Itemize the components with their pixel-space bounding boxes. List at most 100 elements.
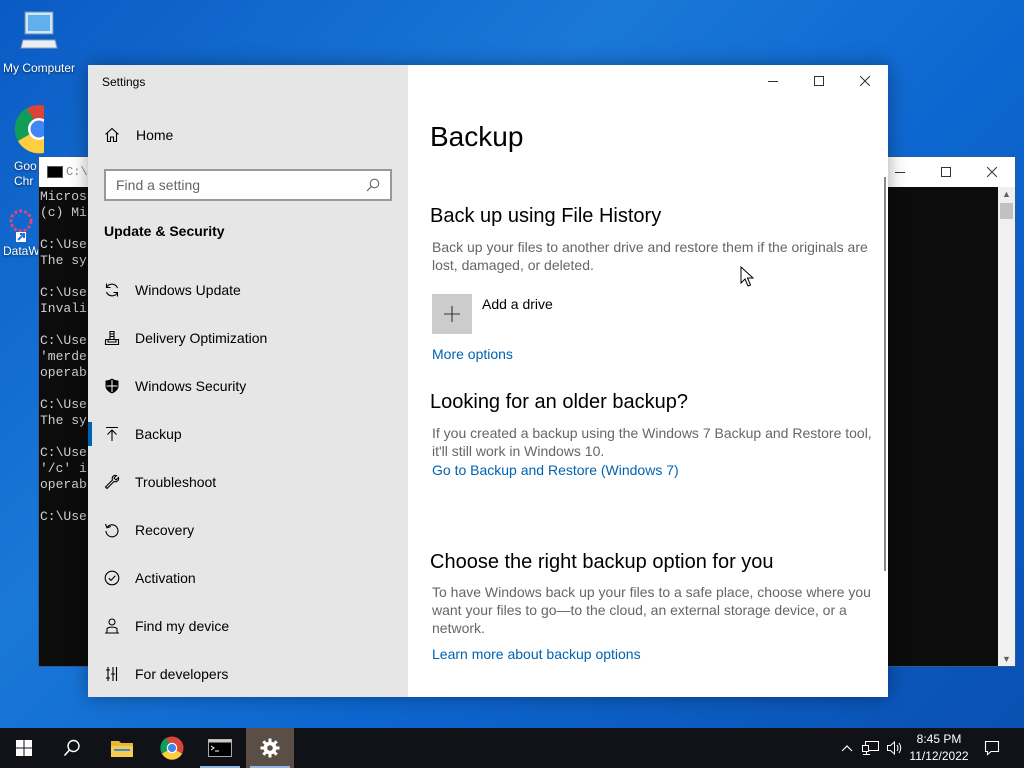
nav-item-label: Windows Security <box>135 378 247 394</box>
home-label: Home <box>136 127 174 143</box>
home-link[interactable]: Home <box>104 127 173 143</box>
nav-item-troubleshoot[interactable]: Troubleshoot <box>88 458 408 506</box>
console-close-button[interactable] <box>969 157 1015 187</box>
minimize-icon <box>768 80 778 82</box>
desktop-icon-label: My Computer <box>2 61 76 75</box>
developer-icon <box>104 666 120 682</box>
start-button[interactable] <box>0 728 48 768</box>
file-history-heading: Back up using File History <box>430 205 662 227</box>
file-explorer-button[interactable] <box>98 728 146 768</box>
close-button[interactable] <box>842 65 888 97</box>
clock[interactable]: 8:45 PM 11/12/2022 <box>904 731 974 765</box>
folder-icon <box>111 741 133 757</box>
file-history-description: Back up your files to another drive and … <box>432 239 868 273</box>
nav-item-recovery[interactable]: Recovery <box>88 506 408 554</box>
nav-list: Windows Update Delivery Optimization Win… <box>88 266 408 698</box>
console-line: The sy <box>40 253 87 268</box>
console-line: C:\Use <box>40 509 87 524</box>
nav-item-for-developers[interactable]: For developers <box>88 650 408 698</box>
console-output: Micros (c) Mi C:\Use The sy C:\Use Invali C… <box>39 189 87 525</box>
learn-more-backup-link[interactable]: Learn more about backup options <box>432 646 641 662</box>
chrome-icon <box>14 104 44 157</box>
console-line: Invali <box>40 301 87 316</box>
nav-item-label: Activation <box>135 570 196 586</box>
nav-item-delivery-optimization[interactable]: Delivery Optimization <box>88 314 408 362</box>
console-scrollbar[interactable]: ▲ ▼ <box>998 187 1015 666</box>
console-line: (c) Mi <box>40 205 87 220</box>
volume-button[interactable] <box>884 728 906 768</box>
console-line: C:\Use <box>40 445 87 460</box>
close-icon <box>860 76 870 86</box>
page-title: Backup <box>430 121 524 152</box>
console-line: The sy <box>40 413 87 428</box>
nav-item-activation[interactable]: Activation <box>88 554 408 602</box>
shield-icon <box>104 378 120 394</box>
more-options-link[interactable]: More options <box>432 346 513 362</box>
right-option-heading: Choose the right backup option for you <box>430 551 774 573</box>
nav-item-find-my-device[interactable]: Find my device <box>88 602 408 650</box>
minimize-button[interactable] <box>750 65 796 97</box>
section-title: Update & Security <box>104 223 225 239</box>
backup-restore-win7-link[interactable]: Go to Backup and Restore (Windows 7) <box>432 462 679 478</box>
taskbar: 8:45 PM 11/12/2022 <box>0 728 1024 768</box>
console-line: operab <box>40 477 87 492</box>
wrench-icon <box>104 474 120 490</box>
scroll-thumb[interactable] <box>1000 203 1013 219</box>
console-maximize-button[interactable] <box>923 157 969 187</box>
search-placeholder: Find a setting <box>116 177 201 193</box>
maximize-button[interactable] <box>796 65 842 97</box>
scroll-up-icon[interactable]: ▲ <box>998 189 1015 199</box>
nav-item-label: Recovery <box>135 522 195 538</box>
console-app-icon <box>47 165 63 178</box>
desktop-icon-my-computer[interactable]: My Computer <box>0 8 78 75</box>
search-input[interactable]: Find a setting <box>104 169 392 201</box>
settings-nav-pane: Settings Home Find a setting Update & Se… <box>88 65 408 697</box>
chrome-taskbar-button[interactable] <box>148 728 196 768</box>
mouse-cursor-icon <box>740 265 755 293</box>
nav-item-label: Find my device <box>135 618 230 634</box>
nav-item-backup[interactable]: Backup <box>88 410 408 458</box>
add-drive-button[interactable]: Add a drive <box>432 294 553 334</box>
nav-item-label: For developers <box>135 666 229 682</box>
action-center-button[interactable] <box>978 728 1006 768</box>
delivery-icon <box>104 330 120 346</box>
network-icon <box>862 741 879 755</box>
speaker-icon <box>887 740 902 756</box>
content-scrollbar[interactable] <box>884 177 886 571</box>
console-title: C:\ <box>47 165 88 179</box>
network-button[interactable] <box>860 728 882 768</box>
settings-window[interactable]: Settings Home Find a setting Update & Se… <box>88 65 888 697</box>
show-hidden-icons-button[interactable] <box>838 728 856 768</box>
nav-item-windows-security[interactable]: Windows Security <box>88 362 408 410</box>
add-drive-label: Add a drive <box>482 296 553 312</box>
console-line: C:\Use <box>40 237 87 252</box>
settings-taskbar-button[interactable] <box>246 728 294 768</box>
chrome-icon <box>160 736 184 760</box>
refresh-icon <box>104 282 120 298</box>
desktop-icon-dataw[interactable]: DataW <box>0 208 40 258</box>
clock-date: 11/12/2022 <box>909 749 969 763</box>
person-pin-icon <box>104 618 120 634</box>
older-backup-heading: Looking for an older backup? <box>430 391 688 413</box>
recovery-icon <box>104 522 120 538</box>
search-icon <box>63 739 80 757</box>
console-line: operab <box>40 365 87 380</box>
scroll-down-icon[interactable]: ▼ <box>998 654 1015 664</box>
nav-item-windows-update[interactable]: Windows Update <box>88 266 408 314</box>
settings-content-pane: Backup Back up using File History Back u… <box>408 65 888 697</box>
search-taskbar-button[interactable] <box>48 728 96 768</box>
cmd-taskbar-button[interactable] <box>196 728 244 768</box>
console-line: C:\Use <box>40 285 87 300</box>
notification-icon <box>984 740 1000 756</box>
maximize-icon <box>814 76 824 86</box>
gear-icon <box>260 738 280 758</box>
desktop-icon-label: DataW <box>3 244 40 258</box>
console-line: 'merde <box>40 349 87 364</box>
backup-arrow-icon <box>104 426 120 442</box>
app-icon <box>4 208 38 242</box>
home-icon <box>105 127 119 143</box>
